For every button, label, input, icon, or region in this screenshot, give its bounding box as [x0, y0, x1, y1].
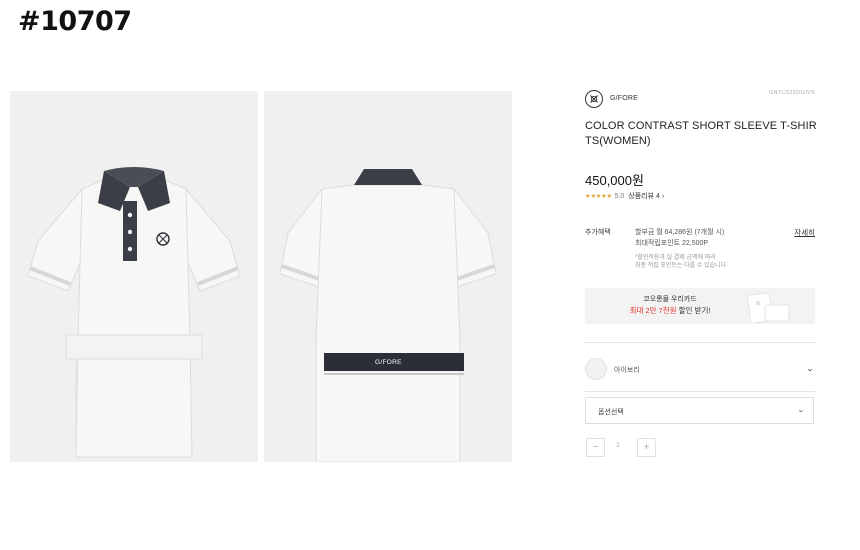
back-band-logo-text: G/FORE: [375, 359, 402, 366]
color-option-row[interactable]: 아이보리 ⌄: [585, 342, 815, 392]
card-promo-offer: 최대 2만 7천원 할인 받기!: [585, 305, 755, 316]
quantity-decrease-button[interactable]: −: [586, 438, 605, 457]
max-points-info: 최대적립포인트 22,500P: [635, 240, 709, 247]
listing-id: #10707: [18, 6, 132, 37]
chevron-down-icon[interactable]: ⌄: [806, 365, 814, 373]
gfore-logo-icon[interactable]: [585, 90, 603, 108]
card-promo-banner[interactable]: 코오롱몰 우리카드 최대 2만 7천원 할인 받기!: [585, 288, 815, 324]
color-swatch-ivory[interactable]: [585, 358, 607, 380]
points-note-line2: 최종 적립 포인트는 다를 수 있습니다: [635, 263, 727, 269]
quantity-value[interactable]: 1: [616, 442, 620, 449]
rating-stars-icon: ★★★★★: [585, 193, 612, 200]
rating-score: 5.0: [614, 193, 625, 200]
rating-row: ★★★★★ 5.0 상품리뷰 4 ›: [585, 191, 664, 201]
credit-card-icon: [747, 292, 790, 323]
chevron-down-icon: ⌄: [796, 407, 806, 414]
product-image-front[interactable]: [10, 91, 258, 462]
option-select-label: 옵션선택: [598, 409, 624, 416]
card-promo-title: 코오롱몰 우리카드: [643, 296, 697, 303]
installment-info: 할부금 월 64,286원 (7개월 시): [635, 229, 725, 236]
shirt-back-illustration: [264, 91, 512, 462]
quantity-increase-button[interactable]: +: [637, 438, 656, 457]
product-price: 450,000원: [585, 173, 644, 188]
benefits-detail-link[interactable]: 자세히: [794, 227, 815, 238]
shirt-front-illustration: [10, 91, 258, 462]
brand-name[interactable]: G/FORE: [610, 95, 638, 102]
extra-benefits: 추가혜택 할부금 월 64,286원 (7개월 시) 최대적립포인트 22,50…: [585, 227, 815, 277]
card-promo-rest: 할인 받기!: [676, 306, 711, 315]
option-select[interactable]: 옵션선택 ⌄: [585, 397, 814, 424]
card-promo-highlight: 최대 2만 7천원: [629, 306, 677, 315]
review-link[interactable]: 상품리뷰 4 ›: [628, 193, 664, 200]
color-name: 아이보리: [614, 367, 640, 374]
product-title: COLOR CONTRAST SHORT SLEEVE T-SHIRTS(WOM…: [585, 120, 817, 147]
product-code: GNTCS23201IVX: [768, 90, 815, 96]
benefits-label: 추가혜택: [585, 229, 611, 236]
quantity-stepper: − 1 +: [585, 438, 657, 457]
brand-row: G/FORE GNTCS23201IVX: [585, 90, 815, 110]
product-image-back[interactable]: G/FORE: [264, 91, 512, 462]
